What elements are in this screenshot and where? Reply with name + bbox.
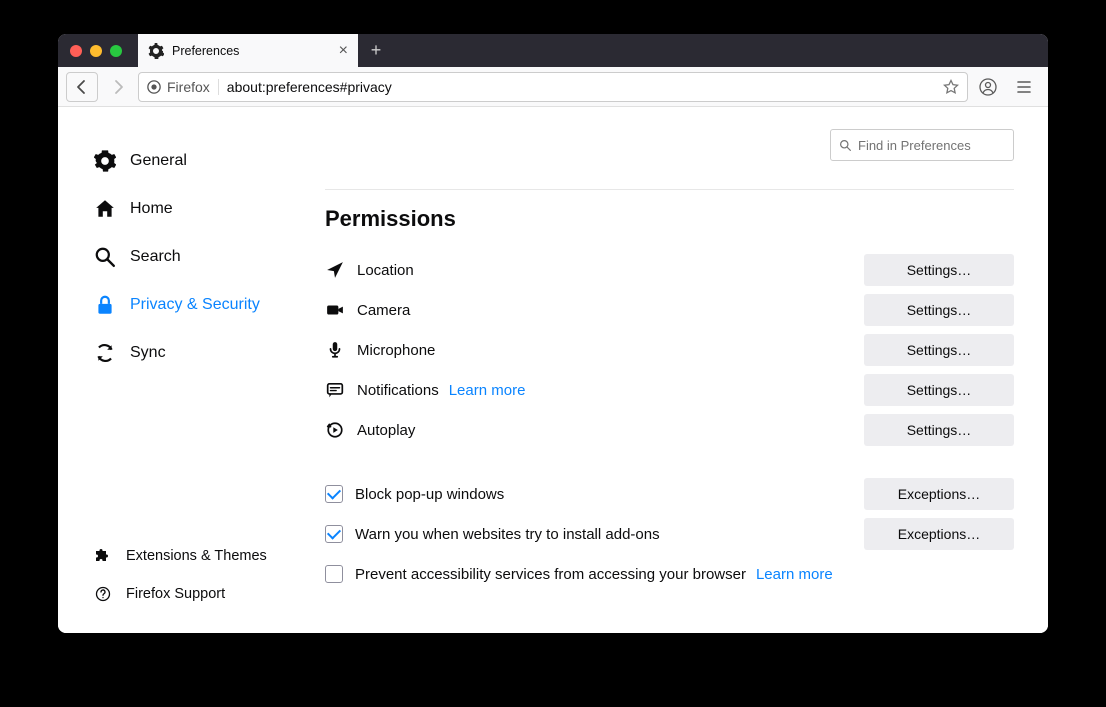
browser-window: Preferences × + Firefox about:preference…	[58, 34, 1048, 633]
sidebar-item-home[interactable]: Home	[94, 185, 325, 233]
help-icon	[94, 585, 112, 603]
sidebar-label: Sync	[130, 344, 166, 362]
firefox-icon	[147, 80, 161, 94]
lock-icon	[94, 294, 116, 316]
autoplay-settings-button[interactable]: Settings…	[864, 414, 1014, 446]
toolbar: Firefox about:preferences#privacy	[58, 67, 1048, 107]
bookmark-star-icon[interactable]	[943, 79, 959, 95]
microphone-settings-button[interactable]: Settings…	[864, 334, 1014, 366]
a11y-learn-more-link[interactable]: Learn more	[756, 566, 833, 583]
sync-icon	[94, 342, 116, 364]
close-window-button[interactable]	[70, 45, 82, 57]
tab-strip: Preferences × +	[58, 34, 1048, 67]
permission-label: Location	[357, 262, 414, 279]
sidebar-item-general[interactable]: General	[94, 137, 325, 185]
support-label: Firefox Support	[126, 586, 225, 602]
sidebar-item-privacy[interactable]: Privacy & Security	[94, 281, 325, 329]
url-identity: Firefox	[147, 79, 219, 95]
back-button[interactable]	[66, 72, 98, 102]
extensions-link[interactable]: Extensions & Themes	[94, 537, 325, 575]
hamburger-menu-button[interactable]	[1008, 72, 1040, 102]
support-link[interactable]: Firefox Support	[94, 575, 325, 613]
search-icon	[94, 246, 116, 268]
new-tab-button[interactable]: +	[358, 34, 394, 67]
notifications-learn-more-link[interactable]: Learn more	[449, 382, 526, 399]
tab-title: Preferences	[172, 44, 239, 58]
notification-icon	[325, 380, 345, 400]
browser-tab[interactable]: Preferences ×	[138, 34, 358, 67]
minimize-window-button[interactable]	[90, 45, 102, 57]
sidebar-label: Search	[130, 248, 181, 266]
block-popups-checkbox[interactable]	[325, 485, 343, 503]
permission-location: Location Settings…	[325, 250, 1014, 290]
forward-button[interactable]	[102, 72, 134, 102]
search-row: Find in Preferences	[325, 129, 1014, 161]
sidebar-label: Privacy & Security	[130, 296, 260, 314]
block-popups-label: Block pop-up windows	[355, 486, 504, 503]
permission-label: Camera	[357, 302, 410, 319]
search-input[interactable]: Find in Preferences	[830, 129, 1014, 161]
section-title: Permissions	[325, 189, 1014, 232]
warn-addons-exceptions-button[interactable]: Exceptions…	[864, 518, 1014, 550]
notifications-settings-button[interactable]: Settings…	[864, 374, 1014, 406]
traffic-lights	[58, 45, 138, 57]
gear-icon	[148, 43, 164, 59]
block-popups-exceptions-button[interactable]: Exceptions…	[864, 478, 1014, 510]
permission-notifications: Notifications Learn more Settings…	[325, 370, 1014, 410]
permission-label: Notifications	[357, 382, 439, 399]
sidebar-label: Home	[130, 200, 173, 218]
location-settings-button[interactable]: Settings…	[864, 254, 1014, 286]
warn-addons-row: Warn you when websites try to install ad…	[325, 514, 1014, 554]
microphone-icon	[325, 340, 345, 360]
permission-label: Microphone	[357, 342, 435, 359]
home-icon	[94, 198, 116, 220]
block-popups-row: Block pop-up windows Exceptions…	[325, 474, 1014, 514]
puzzle-icon	[94, 547, 112, 565]
sidebar-item-search[interactable]: Search	[94, 233, 325, 281]
content-area: General Home Search Privacy & Security	[58, 107, 1048, 633]
maximize-window-button[interactable]	[110, 45, 122, 57]
sidebar: General Home Search Privacy & Security	[58, 107, 325, 633]
permission-microphone: Microphone Settings…	[325, 330, 1014, 370]
permission-label: Autoplay	[357, 422, 415, 439]
a11y-label: Prevent accessibility services from acce…	[355, 566, 746, 583]
camera-settings-button[interactable]: Settings…	[864, 294, 1014, 326]
search-placeholder: Find in Preferences	[858, 138, 971, 153]
location-icon	[325, 260, 345, 280]
permission-autoplay: Autoplay Settings…	[325, 410, 1014, 450]
url-bar[interactable]: Firefox about:preferences#privacy	[138, 72, 968, 102]
permission-camera: Camera Settings…	[325, 290, 1014, 330]
warn-addons-label: Warn you when websites try to install ad…	[355, 526, 660, 543]
search-icon	[839, 139, 852, 152]
sidebar-item-sync[interactable]: Sync	[94, 329, 325, 377]
url-identity-label: Firefox	[167, 79, 210, 95]
gear-icon	[94, 150, 116, 172]
main-content: Find in Preferences Permissions Location…	[325, 107, 1048, 633]
close-tab-button[interactable]: ×	[339, 43, 348, 59]
extensions-label: Extensions & Themes	[126, 548, 267, 564]
autoplay-icon	[325, 420, 345, 440]
sidebar-label: General	[130, 152, 187, 170]
account-button[interactable]	[972, 72, 1004, 102]
camera-icon	[325, 300, 345, 320]
sidebar-bottom: Extensions & Themes Firefox Support	[94, 537, 325, 633]
a11y-row: Prevent accessibility services from acce…	[325, 554, 1014, 594]
url-text: about:preferences#privacy	[227, 79, 935, 95]
warn-addons-checkbox[interactable]	[325, 525, 343, 543]
a11y-checkbox[interactable]	[325, 565, 343, 583]
